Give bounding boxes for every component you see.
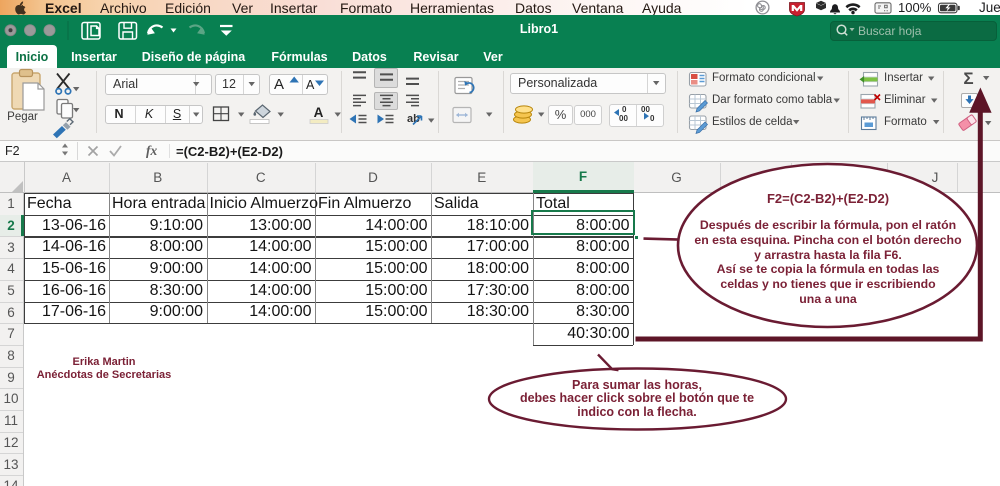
svg-text:00: 00 (641, 105, 650, 114)
svg-text:0: 0 (650, 114, 655, 123)
svg-text:00: 00 (619, 114, 628, 123)
svg-text:0: 0 (622, 105, 627, 114)
